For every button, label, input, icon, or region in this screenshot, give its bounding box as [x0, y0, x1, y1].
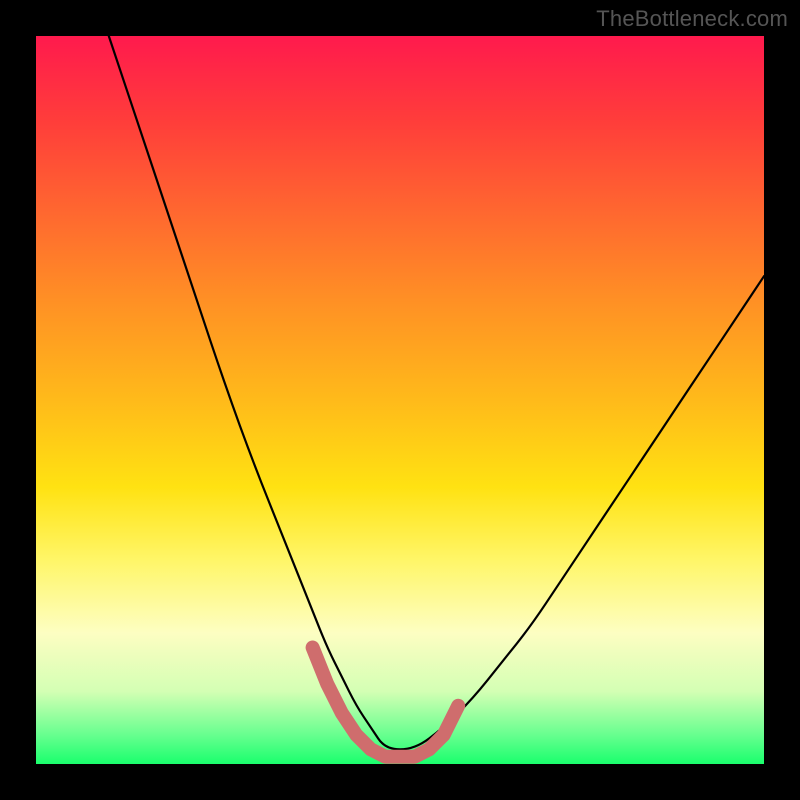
- watermark-text: TheBottleneck.com: [596, 6, 788, 32]
- chart-frame: TheBottleneck.com: [0, 0, 800, 800]
- bottleneck-curve-path: [109, 36, 764, 749]
- plot-area: [36, 36, 764, 764]
- curve-svg: [36, 36, 764, 764]
